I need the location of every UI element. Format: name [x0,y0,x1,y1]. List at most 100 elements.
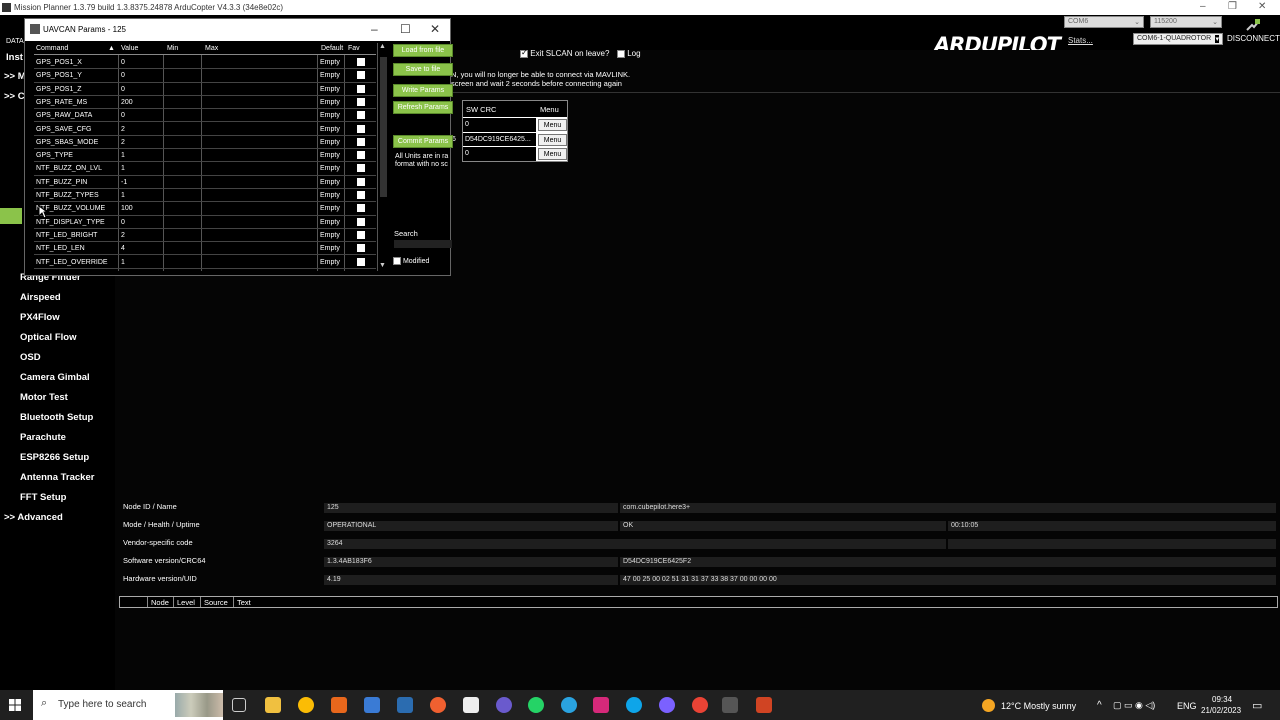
param-fav-checkbox[interactable] [357,111,365,120]
close-icon[interactable]: ✕ [430,22,440,36]
log-option[interactable]: Log [617,49,641,58]
scroll-thumb[interactable] [380,57,387,197]
param-fav-checkbox[interactable] [357,244,365,253]
param-value[interactable]: 1 [121,259,125,266]
param-fav-checkbox[interactable] [357,164,365,173]
nav-item-antenna-tracker[interactable]: Antenna Tracker [20,472,94,483]
param-row[interactable]: NTF_BUZZ_ON_LVL 1 Empty [34,162,376,176]
param-row[interactable]: NTF_BUZZ_TYPES 1 Empty [34,189,376,203]
weather-text[interactable]: 12°C Mostly sunny [1001,701,1076,711]
language-indicator[interactable]: ENG [1177,701,1197,711]
col-fav[interactable]: Fav [348,45,360,52]
param-fav-checkbox[interactable] [357,137,365,146]
param-row[interactable]: NTF_LED_LEN 4 Empty [34,242,376,256]
close-icon[interactable]: ✕ [1258,1,1266,12]
exit-slcan-checkbox[interactable] [520,48,528,58]
notification-icon[interactable]: ▭ [1252,699,1262,712]
nav-item-motor-test[interactable]: Motor Test [20,392,68,403]
maximize-icon[interactable]: ☐ [400,22,411,36]
param-grid-scrollbar[interactable]: ▲ ▼ [377,43,389,271]
port-select[interactable]: COM6 ⌄ [1064,16,1144,28]
param-fav-checkbox[interactable] [357,97,365,106]
param-value[interactable]: 0 [121,86,125,93]
task-view-icon[interactable] [232,698,246,712]
param-value[interactable]: 200 [121,99,133,106]
param-value[interactable]: 0 [121,219,125,226]
nav-inst-fragment[interactable]: Inst [6,52,23,63]
node-menu-button[interactable]: Menu [538,119,567,131]
nav-more1-fragment[interactable]: >> M [4,71,26,82]
app-red-icon[interactable] [430,697,446,713]
param-fav-checkbox[interactable] [357,124,365,133]
param-row[interactable]: GPS_SAVE_CFG 2 Empty [34,123,376,136]
param-fav-checkbox[interactable] [357,230,365,239]
load-from-file-button[interactable]: Load from file [393,44,453,57]
param-value[interactable]: 2 [121,232,125,239]
param-value[interactable]: 1 [121,152,125,159]
clock-date[interactable]: 21/02/2023 [1201,706,1241,715]
save-to-file-button[interactable]: Save to file [393,63,453,76]
param-fav-checkbox[interactable] [357,151,365,160]
minimize-icon[interactable]: – [371,22,378,36]
param-row[interactable]: NTF_BUZZ_PIN -1 Empty [34,176,376,189]
app-white-icon[interactable] [463,697,479,713]
nav-data-fragment[interactable]: DATA [6,38,24,45]
param-value[interactable]: 0 [121,72,125,79]
param-fav-checkbox[interactable] [357,84,365,93]
file-explorer-icon[interactable] [265,697,281,713]
param-fav-checkbox[interactable] [357,58,365,66]
app-orange-icon[interactable] [331,697,347,713]
vehicle-select[interactable]: COM6-1-QUADROTOR ▾ [1133,33,1223,45]
nav-item-airspeed[interactable]: Airspeed [20,292,61,303]
modified-option[interactable]: Modified [393,257,429,265]
minimize-icon[interactable]: – [1200,1,1206,12]
nav-item-px4flow[interactable]: PX4Flow [20,312,60,323]
node-menu-button[interactable]: Menu [538,148,567,160]
scroll-down-icon[interactable]: ▼ [379,262,386,269]
param-row[interactable]: NTF_BUZZ_VOLUME 100 Empty [34,202,376,216]
edge-icon[interactable] [626,697,642,713]
messenger-icon[interactable] [659,697,675,713]
param-fav-checkbox[interactable] [357,71,365,80]
refresh-params-button[interactable]: Refresh Params [393,101,453,114]
param-value[interactable]: 2 [121,139,125,146]
param-row[interactable]: GPS_RAW_DATA 0 Empty [34,109,376,123]
nav-item-bluetooth-setup[interactable]: Bluetooth Setup [20,412,93,423]
disconnect-button[interactable]: DISCONNECT [1227,18,1280,48]
param-value[interactable]: 1 [121,165,125,172]
param-row[interactable]: NTF_LED_BRIGHT 2 Empty [34,229,376,243]
param-fav-checkbox[interactable] [357,204,365,213]
nav-more2-fragment[interactable]: >> C [4,91,25,102]
param-value[interactable]: 4 [121,245,125,252]
app-purple-icon[interactable] [496,697,512,713]
col-value[interactable]: Value [121,45,138,52]
param-fav-checkbox[interactable] [357,257,365,266]
exit-slcan-option[interactable]: Exit SLCAN on leave? [520,48,609,58]
telegram-icon[interactable] [561,697,577,713]
col-default[interactable]: Default [321,45,343,52]
baud-select[interactable]: 115200 ⌄ [1150,16,1222,28]
param-fav-checkbox[interactable] [357,217,365,226]
param-value[interactable]: 1 [121,192,125,199]
param-row[interactable]: GPS_SBAS_MODE 2 Empty [34,136,376,150]
app-folder-icon[interactable] [397,697,413,713]
instagram-icon[interactable] [593,697,609,713]
powerpoint-icon[interactable] [756,697,772,713]
stats-link[interactable]: Stats... [1068,36,1093,45]
search-input[interactable] [394,240,452,248]
mission-planner-icon[interactable] [722,697,738,713]
weather-sun-icon[interactable] [982,699,995,712]
nav-item-optical-flow[interactable]: Optical Flow [20,332,76,343]
log-col-level[interactable]: Level [177,598,195,607]
param-row[interactable]: GPS_POS1_Y 0 Empty [34,69,376,83]
param-value[interactable]: 100 [121,205,133,212]
tray-icons[interactable]: ▢ ▭ ◉ ◁) [1113,700,1155,711]
param-value[interactable]: 0 [121,112,125,119]
param-row[interactable]: NTF_DISPLAY_TYPE 0 Empty [34,216,376,229]
param-row[interactable]: NTF_LED_OVERRIDE 1 Empty [34,256,376,269]
log-col-text[interactable]: Text [237,598,251,607]
log-checkbox[interactable] [617,49,625,58]
commit-params-button[interactable]: Commit Params [393,135,453,148]
param-row[interactable]: GPS_POS1_X 0 Empty [34,56,376,70]
taskbar-search-box[interactable]: ⌕ Type here to search [33,690,223,720]
